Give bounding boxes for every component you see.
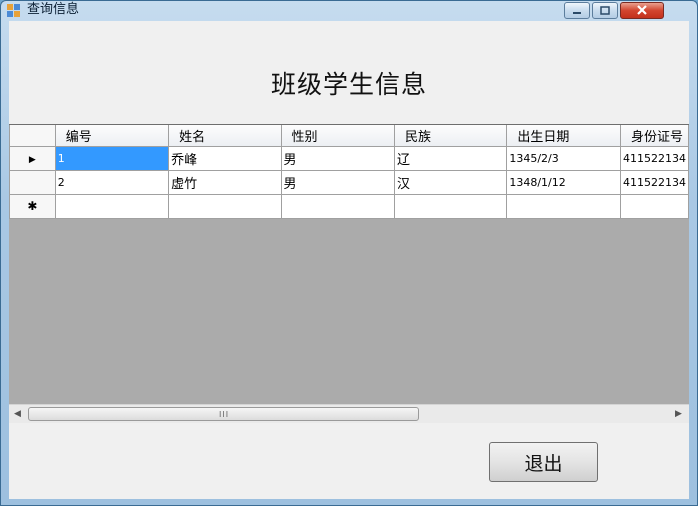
app-window: 查询信息 班级学生信息 编号 姓名 性别 民族 出生日期 身份证号 ▶ 1 乔峰… bbox=[0, 0, 698, 506]
scroll-thumb[interactable]: III bbox=[28, 407, 419, 421]
cell-birthdate[interactable]: 1345/2/3 bbox=[506, 145, 621, 171]
cell-id[interactable]: 2 bbox=[54, 169, 170, 195]
table-row[interactable]: 2 虚竹 男 汉 1348/1/12 411522134 bbox=[9, 169, 690, 195]
page-title: 班级学生信息 bbox=[270, 70, 427, 99]
arrow-right-icon: ▶ bbox=[675, 409, 682, 419]
minimize-button[interactable] bbox=[564, 2, 590, 19]
new-cell[interactable] bbox=[280, 193, 395, 219]
arrow-left-icon: ◀ bbox=[14, 409, 21, 419]
cell-birthdate[interactable]: 1348/1/12 bbox=[506, 169, 621, 195]
row-header-new[interactable]: ✱ bbox=[9, 193, 56, 219]
app-icon bbox=[7, 4, 20, 17]
minimize-icon bbox=[573, 12, 581, 14]
row-header-current[interactable]: ▶ bbox=[9, 145, 56, 171]
title-bar[interactable]: 查询信息 bbox=[1, 1, 697, 21]
column-header-id[interactable]: 编号 bbox=[54, 125, 170, 147]
current-row-icon: ▶ bbox=[28, 155, 36, 165]
maximize-button[interactable] bbox=[592, 2, 618, 19]
grip-icon: III bbox=[219, 410, 230, 419]
scroll-right-button[interactable]: ▶ bbox=[670, 405, 687, 423]
scroll-left-button[interactable]: ◀ bbox=[9, 405, 26, 423]
row-header[interactable] bbox=[9, 169, 56, 195]
window-title: 查询信息 bbox=[27, 2, 80, 17]
column-header-idcard[interactable]: 身份证号 bbox=[619, 125, 690, 147]
exit-button[interactable]: 退出 bbox=[489, 442, 598, 482]
cell-name[interactable]: 乔峰 bbox=[168, 145, 282, 171]
new-row[interactable]: ✱ bbox=[9, 193, 690, 219]
new-row-icon: ✱ bbox=[27, 199, 38, 213]
close-icon bbox=[637, 5, 647, 15]
horizontal-scrollbar[interactable]: ◀ III ▶ bbox=[9, 404, 689, 423]
cell-gender[interactable]: 男 bbox=[280, 145, 395, 171]
data-grid[interactable]: 编号 姓名 性别 民族 出生日期 身份证号 ▶ 1 乔峰 男 辽 1345/2/… bbox=[9, 124, 690, 423]
cell-id[interactable]: 1 bbox=[54, 145, 170, 171]
student-table: 编号 姓名 性别 民族 出生日期 身份证号 ▶ 1 乔峰 男 辽 1345/2/… bbox=[9, 125, 690, 219]
column-header-name[interactable]: 姓名 bbox=[168, 125, 282, 147]
new-cell[interactable] bbox=[619, 193, 690, 219]
cell-ethnicity[interactable]: 辽 bbox=[393, 145, 508, 171]
corner-header bbox=[9, 125, 56, 147]
maximize-icon bbox=[600, 6, 610, 15]
column-header-ethnicity[interactable]: 民族 bbox=[393, 125, 508, 147]
cell-idcard[interactable]: 411522134 bbox=[619, 145, 690, 171]
new-cell[interactable] bbox=[54, 193, 170, 219]
header-row: 编号 姓名 性别 民族 出生日期 身份证号 bbox=[9, 125, 690, 147]
table-row[interactable]: ▶ 1 乔峰 男 辽 1345/2/3 411522134 bbox=[9, 145, 690, 171]
cell-gender[interactable]: 男 bbox=[280, 169, 395, 195]
column-header-birthdate[interactable]: 出生日期 bbox=[506, 125, 621, 147]
cell-ethnicity[interactable]: 汉 bbox=[393, 169, 508, 195]
column-header-gender[interactable]: 性别 bbox=[280, 125, 395, 147]
new-cell[interactable] bbox=[168, 193, 282, 219]
close-button[interactable] bbox=[620, 2, 664, 19]
cell-idcard[interactable]: 411522134 bbox=[619, 169, 690, 195]
cell-name[interactable]: 虚竹 bbox=[168, 169, 282, 195]
new-cell[interactable] bbox=[506, 193, 621, 219]
client-area: 班级学生信息 编号 姓名 性别 民族 出生日期 身份证号 ▶ 1 乔峰 男 辽 … bbox=[9, 21, 690, 499]
new-cell[interactable] bbox=[393, 193, 508, 219]
